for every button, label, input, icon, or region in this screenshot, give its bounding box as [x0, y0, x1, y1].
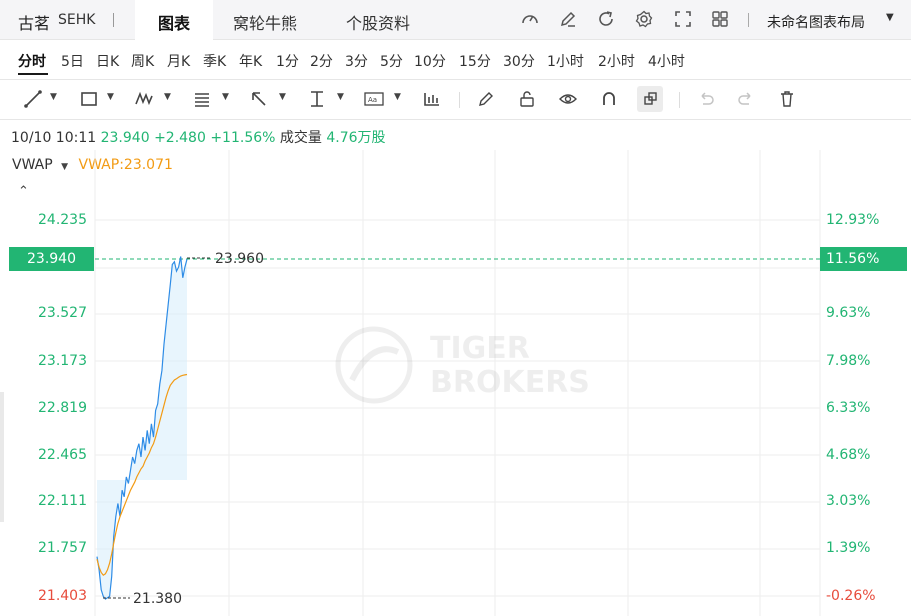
intraday-chart: TIGER BROKERS 23.960 21.380: [94, 150, 821, 616]
stock-name: 古茗: [18, 14, 51, 33]
quote-datetime: 10/10 10:11: [11, 130, 97, 146]
price-axis-label: 22.819: [38, 400, 87, 416]
link-icon[interactable]: [637, 86, 663, 112]
period-year[interactable]: 年K: [239, 51, 262, 71]
period-4h[interactable]: 4小时: [648, 51, 685, 71]
watermark-text: TIGER: [430, 331, 530, 366]
pct-axis-label: 12.93%: [826, 212, 880, 228]
quote-info: 10/10 10:11 23.940 +2.480 +11.56% 成交量 4.…: [11, 127, 386, 147]
pattern-icon[interactable]: [133, 88, 155, 110]
low-label: 21.380: [133, 591, 182, 607]
high-label: 23.960: [215, 251, 264, 267]
pct-axis-label: -0.26%: [826, 588, 876, 604]
trash-icon[interactable]: [776, 88, 798, 110]
stock-code: SEHK: [58, 12, 96, 28]
undo-icon[interactable]: [695, 88, 717, 110]
chevron-down-icon[interactable]: ▼: [886, 12, 894, 23]
period-2m[interactable]: 2分: [310, 51, 333, 71]
quote-price: 23.940: [100, 130, 150, 146]
chevron-down-icon[interactable]: ▼: [279, 92, 286, 102]
current-price-tag: 23.940: [9, 247, 94, 271]
period-5m[interactable]: 5分: [380, 51, 403, 71]
pct-axis-label: 6.33%: [826, 400, 871, 416]
current-pct-tag: 11.56%: [820, 247, 907, 271]
drawing-toolbar: ▼ ▼ ▼ ▼ ▼ ▼ Aa ▼: [0, 80, 911, 120]
divider: [748, 13, 749, 27]
quote-change-pct: +11.56%: [210, 130, 276, 146]
pen-icon[interactable]: [475, 88, 497, 110]
text-icon[interactable]: Aa: [363, 88, 385, 110]
tab-chart[interactable]: 图表: [135, 0, 213, 40]
measure-icon[interactable]: [306, 88, 328, 110]
period-30m[interactable]: 30分: [503, 51, 535, 71]
period-week[interactable]: 周K: [131, 51, 154, 71]
watermark-logo: TIGER BROKERS: [335, 326, 590, 404]
period-15m[interactable]: 15分: [459, 51, 491, 71]
period-1m[interactable]: 1分: [276, 51, 299, 71]
pct-axis-label: 3.03%: [826, 493, 871, 509]
refresh-icon[interactable]: [596, 9, 616, 29]
price-axis-label: 22.111: [38, 493, 87, 509]
chevron-down-icon[interactable]: ▼: [394, 92, 401, 102]
period-10m[interactable]: 10分: [414, 51, 446, 71]
pct-axis-label: 1.39%: [826, 540, 871, 556]
price-axis-label: 21.403: [38, 588, 87, 604]
pct-axis-label: 7.98%: [826, 353, 871, 369]
edit-icon[interactable]: [558, 9, 578, 29]
quote-volume: 4.76万股: [326, 130, 386, 146]
divider: [113, 13, 114, 27]
price-area-fill: [97, 256, 187, 600]
gear-icon[interactable]: [634, 9, 654, 29]
tab-warrants[interactable]: 窝轮牛熊: [233, 10, 297, 34]
price-axis-label: 23.173: [38, 353, 87, 369]
top-bar: 古茗 SEHK 图表 窝轮牛熊 个股资料 未命名图表布局 ▼: [0, 0, 911, 40]
redo-icon[interactable]: [735, 88, 757, 110]
indicator-icon[interactable]: [421, 88, 443, 110]
series-layer: [96, 256, 188, 600]
period-1h[interactable]: 1小时: [547, 51, 584, 71]
magnet-icon[interactable]: [598, 88, 620, 110]
chevron-down-icon[interactable]: ▼: [337, 92, 344, 102]
price-axis-label: 21.757: [38, 540, 87, 556]
price-axis-label: 23.527: [38, 305, 87, 321]
grid-layout-icon[interactable]: [710, 9, 730, 29]
pct-axis-label: 9.63%: [826, 305, 871, 321]
period-2h[interactable]: 2小时: [598, 51, 635, 71]
divider: [679, 92, 680, 108]
period-5d[interactable]: 5日: [61, 51, 84, 71]
period-month[interactable]: 月K: [167, 51, 190, 71]
chevron-down-icon[interactable]: ▼: [164, 92, 171, 102]
chevron-down-icon[interactable]: ▼: [50, 92, 57, 102]
period-bar: 分时 5日 日K 周K 月K 季K 年K 1分 2分 3分 5分 10分 15分…: [0, 40, 911, 80]
chevron-down-icon[interactable]: ▼: [107, 92, 114, 102]
price-axis-label: 24.235: [38, 212, 87, 228]
trend-line-icon[interactable]: [22, 88, 44, 110]
fibonacci-icon[interactable]: [191, 88, 213, 110]
period-day[interactable]: 日K: [96, 51, 119, 71]
price-axis-label: 22.465: [38, 447, 87, 463]
volume-label: 成交量: [279, 130, 322, 146]
divider: [459, 92, 460, 108]
layout-selector[interactable]: 未命名图表布局: [767, 12, 865, 32]
eye-icon[interactable]: [557, 88, 579, 110]
rectangle-icon[interactable]: [78, 88, 100, 110]
watermark-text: BROKERS: [430, 365, 590, 400]
period-intraday[interactable]: 分时: [18, 51, 46, 71]
arrow-icon[interactable]: [248, 88, 270, 110]
lock-icon[interactable]: [516, 88, 538, 110]
svg-text:Aa: Aa: [368, 96, 377, 104]
fullscreen-icon[interactable]: [673, 9, 693, 29]
chevron-down-icon[interactable]: ▼: [222, 92, 229, 102]
quote-change: +2.480: [154, 130, 206, 146]
tab-profile[interactable]: 个股资料: [346, 10, 410, 34]
pct-axis-label: 4.68%: [826, 447, 871, 463]
gauge-icon[interactable]: [520, 9, 540, 29]
period-quarter[interactable]: 季K: [203, 51, 226, 71]
active-period-indicator: [18, 73, 48, 75]
period-3m[interactable]: 3分: [345, 51, 368, 71]
